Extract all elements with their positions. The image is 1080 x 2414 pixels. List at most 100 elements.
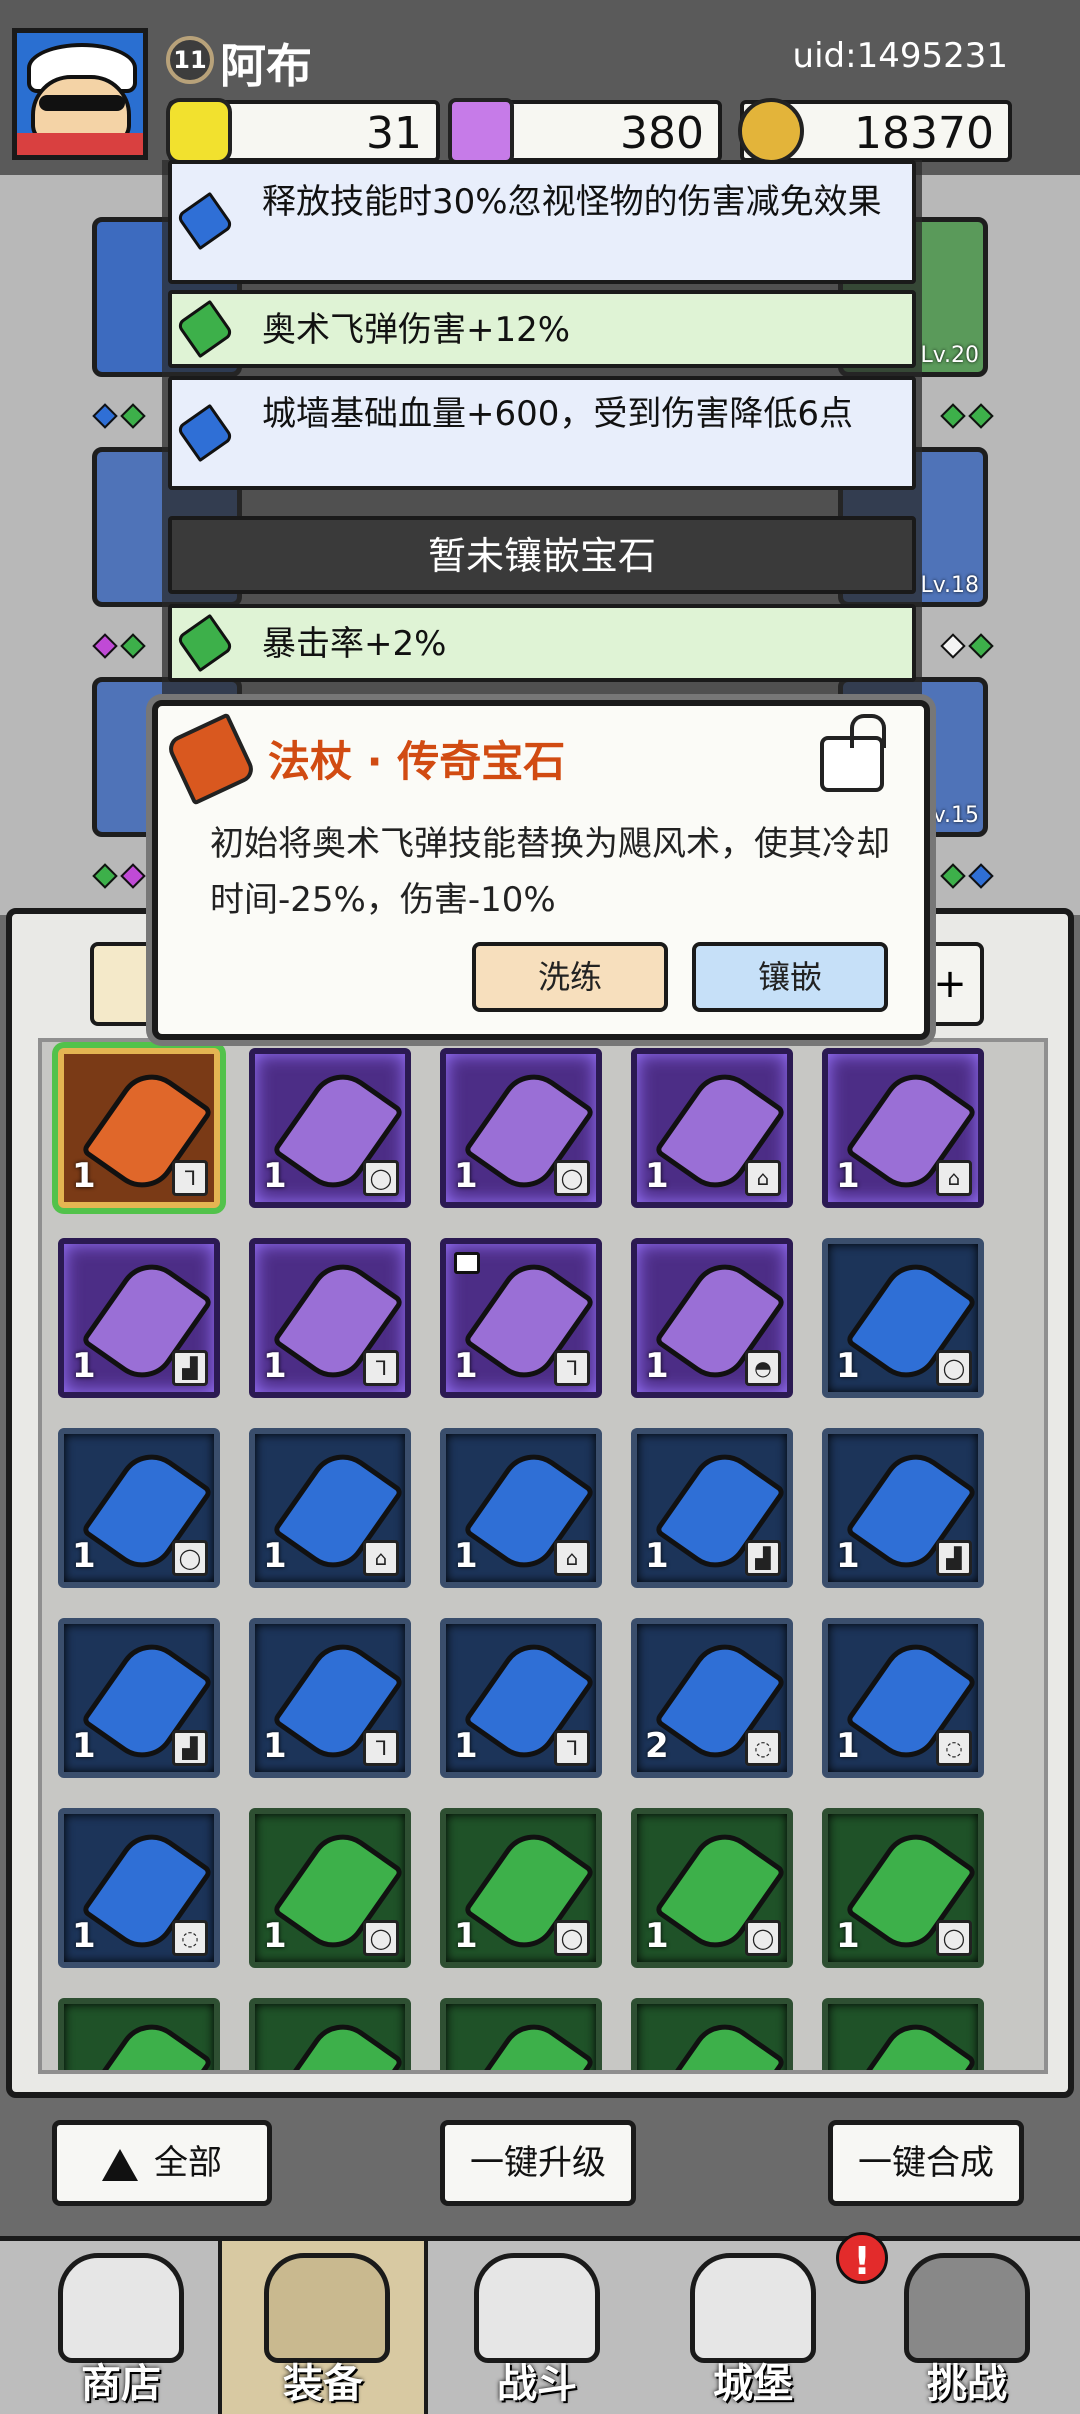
nav-shop[interactable]: 商店: [16, 2241, 226, 2414]
inventory-gem-slot[interactable]: [440, 1998, 602, 2070]
gem-count: 1: [645, 1536, 669, 1576]
nav-label: 挑战: [927, 2361, 1007, 2407]
socket-diamond-icon: [968, 863, 994, 889]
locked-challenge-icon: [904, 2253, 1030, 2363]
inventory-gem-slot[interactable]: 1 ⌂: [249, 1428, 411, 1588]
inventory-gem-slot[interactable]: 1 ◯: [440, 1808, 602, 1968]
inventory-gem-slot[interactable]: 1 ◯: [249, 1808, 411, 1968]
gem-stat-text: 暴击率+2%: [262, 624, 447, 664]
ring-icon: ◯: [554, 1920, 590, 1956]
ring-icon: ◯: [554, 1160, 590, 1196]
filter-label: 全部: [154, 2143, 222, 2183]
ring-icon: ◯: [745, 1920, 781, 1956]
inventory-gem-slot[interactable]: 2 ◌: [631, 1618, 793, 1778]
inventory-gem-slot[interactable]: 1 ◯: [58, 1428, 220, 1588]
inventory-gem-slot[interactable]: [249, 1998, 411, 2070]
gem-stat-row[interactable]: 释放技能时30%忽视怪物的伤害减免效果: [168, 160, 916, 284]
inventory-gem-slot[interactable]: 1 ▟: [58, 1618, 220, 1778]
inventory-gem-slot[interactable]: 1 ◯: [822, 1808, 984, 1968]
inventory-grid[interactable]: 1 ᒣ 1 ◯ 1 ◯ 1 ⌂ 1 ⌂ 1 ▟ 1 ᒣ 1 ᒣ 1 ◓ 1 ◯ 1 ◯ 1 ⌂ 1 ⌂ 1 ▟ 1 ▟ 1 ▟ 1 ᒣ 1 ᒣ 2 ◌ 1 ◌…: [38, 1038, 1048, 2074]
reforge-button[interactable]: 洗练: [472, 942, 668, 1012]
upgrade-all-button[interactable]: 一键升级: [440, 2120, 636, 2206]
gem-stat-row[interactable]: 奥术飞弹伤害+12%: [168, 290, 916, 368]
socket-diamond-icon: [940, 863, 966, 889]
inventory-gem-slot[interactable]: [631, 1998, 793, 2070]
inventory-gem-slot[interactable]: 1 ▟: [631, 1428, 793, 1588]
gem-count: 1: [836, 1536, 860, 1576]
staff-icon: ᒣ: [554, 1350, 590, 1386]
filter-all-button[interactable]: 全部: [52, 2120, 272, 2206]
armor-icon: ⌂: [554, 1540, 590, 1576]
boots-icon: ▟: [745, 1540, 781, 1576]
merge-all-button[interactable]: 一键合成: [828, 2120, 1024, 2206]
necklace-icon: ◌: [172, 1920, 208, 1956]
inventory-gem-slot[interactable]: 1ᒣ: [58, 1048, 220, 1208]
green-gem-icon: [653, 2011, 787, 2070]
inventory-gem-slot[interactable]: [58, 1998, 220, 2070]
inventory-gem-slot[interactable]: 1 ◌: [822, 1618, 984, 1778]
player-avatar[interactable]: [12, 28, 148, 160]
staff-icon: ᒣ: [172, 1160, 208, 1196]
nav-castle[interactable]: 城堡: [648, 2241, 858, 2414]
gem-stat-row[interactable]: 暴击率+2%: [168, 604, 916, 682]
inventory-gem-slot[interactable]: 1 ◯: [631, 1808, 793, 1968]
inventory-gem-slot[interactable]: 1ᒣ: [440, 1618, 602, 1778]
ring-icon: ◯: [936, 1920, 972, 1956]
gem-count: 1: [645, 1916, 669, 1956]
gem-count: 1: [263, 1156, 287, 1196]
green-gem-icon: [175, 299, 235, 359]
gem-stat-row-empty[interactable]: 暂未镶嵌宝石: [168, 516, 916, 594]
green-gem-icon: [462, 2011, 596, 2070]
blue-gem-icon: [175, 191, 235, 251]
nav-battle[interactable]: 战斗: [432, 2241, 642, 2414]
armor-icon: ⌂: [936, 1160, 972, 1196]
gem-stat-text: 释放技能时30%忽视怪物的伤害减免效果: [262, 182, 882, 222]
gem-count: 1: [454, 1726, 478, 1766]
gem-title: 法杖 · 传奇宝石: [268, 737, 566, 786]
gem-count: 1: [454, 1346, 478, 1386]
gem-count: 1: [263, 1536, 287, 1576]
armor-icon: ⌂: [745, 1160, 781, 1196]
inventory-gem-slot[interactable]: 1ᒣ: [249, 1618, 411, 1778]
inventory-gem-slot[interactable]: 1 ◌: [58, 1808, 220, 1968]
inventory-gem-slot[interactable]: 1 ⌂: [822, 1048, 984, 1208]
currency-coin[interactable]: 18370: [738, 98, 1012, 164]
ring-icon: ◯: [936, 1350, 972, 1386]
inventory-gem-slot[interactable]: 1ᒣ: [249, 1238, 411, 1398]
inlay-button[interactable]: 镶嵌: [692, 942, 888, 1012]
inventory-gem-slot[interactable]: 1 ▟: [822, 1428, 984, 1588]
inventory-gem-slot[interactable]: 1 ◓: [631, 1238, 793, 1398]
necklace-icon: ◌: [936, 1730, 972, 1766]
currency-value: 18370: [854, 108, 994, 159]
socket-diamond-icon: [92, 403, 118, 429]
unlock-icon[interactable]: [820, 714, 886, 792]
boots-icon: ▟: [172, 1730, 208, 1766]
lock-icon: [454, 1252, 480, 1274]
ring-icon: ◯: [363, 1920, 399, 1956]
nav-challenge[interactable]: 挑战: [862, 2241, 1072, 2414]
inventory-gem-slot[interactable]: 1 ⌂: [440, 1428, 602, 1588]
inventory-gem-slot[interactable]: 1 ◯: [249, 1048, 411, 1208]
currency-purple-diamond[interactable]: 380: [448, 98, 722, 164]
armor-icon: ⌂: [363, 1540, 399, 1576]
inventory-gem-slot[interactable]: 1 ⌂: [631, 1048, 793, 1208]
player-level-badge: 11: [166, 36, 214, 84]
inventory-gem-slot[interactable]: 1 ◯: [440, 1048, 602, 1208]
equip-level: Lv.18: [920, 573, 979, 598]
top-header: 11 阿布 uid:1495231 31 380 18370: [0, 0, 1080, 175]
socket-diamond-icon: [92, 633, 118, 659]
avatar-glasses: [39, 95, 125, 111]
green-gem-icon: [844, 2011, 978, 2070]
inventory-gem-slot[interactable]: 1 ▟: [58, 1238, 220, 1398]
helmet-icon: ◓: [745, 1350, 781, 1386]
nav-equipment[interactable]: 装备: [218, 2241, 428, 2414]
inventory-gem-slot[interactable]: [822, 1998, 984, 2070]
gem-stat-row[interactable]: 城墙基础血量+600，受到伤害降低6点: [168, 376, 916, 490]
socket-diamond-icon: [940, 633, 966, 659]
necklace-icon: ◌: [745, 1730, 781, 1766]
legendary-gem-icon: [164, 712, 258, 806]
inventory-gem-slot[interactable]: 1ᒣ: [440, 1238, 602, 1398]
avatar-shirt: [17, 133, 143, 155]
inventory-gem-slot[interactable]: 1 ◯: [822, 1238, 984, 1398]
inventory-panel: 1 ᒣ 1 ◯ 1 ◯ 1 ⌂ 1 ⌂ 1 ▟ 1 ᒣ 1 ᒣ 1 ◓ 1 ◯ 1 ◯ 1 ⌂ 1 ⌂ 1 ▟ 1 ▟ 1 ▟ 1 ᒣ 1 ᒣ 2 ◌ 1 ◌…: [6, 908, 1074, 2098]
